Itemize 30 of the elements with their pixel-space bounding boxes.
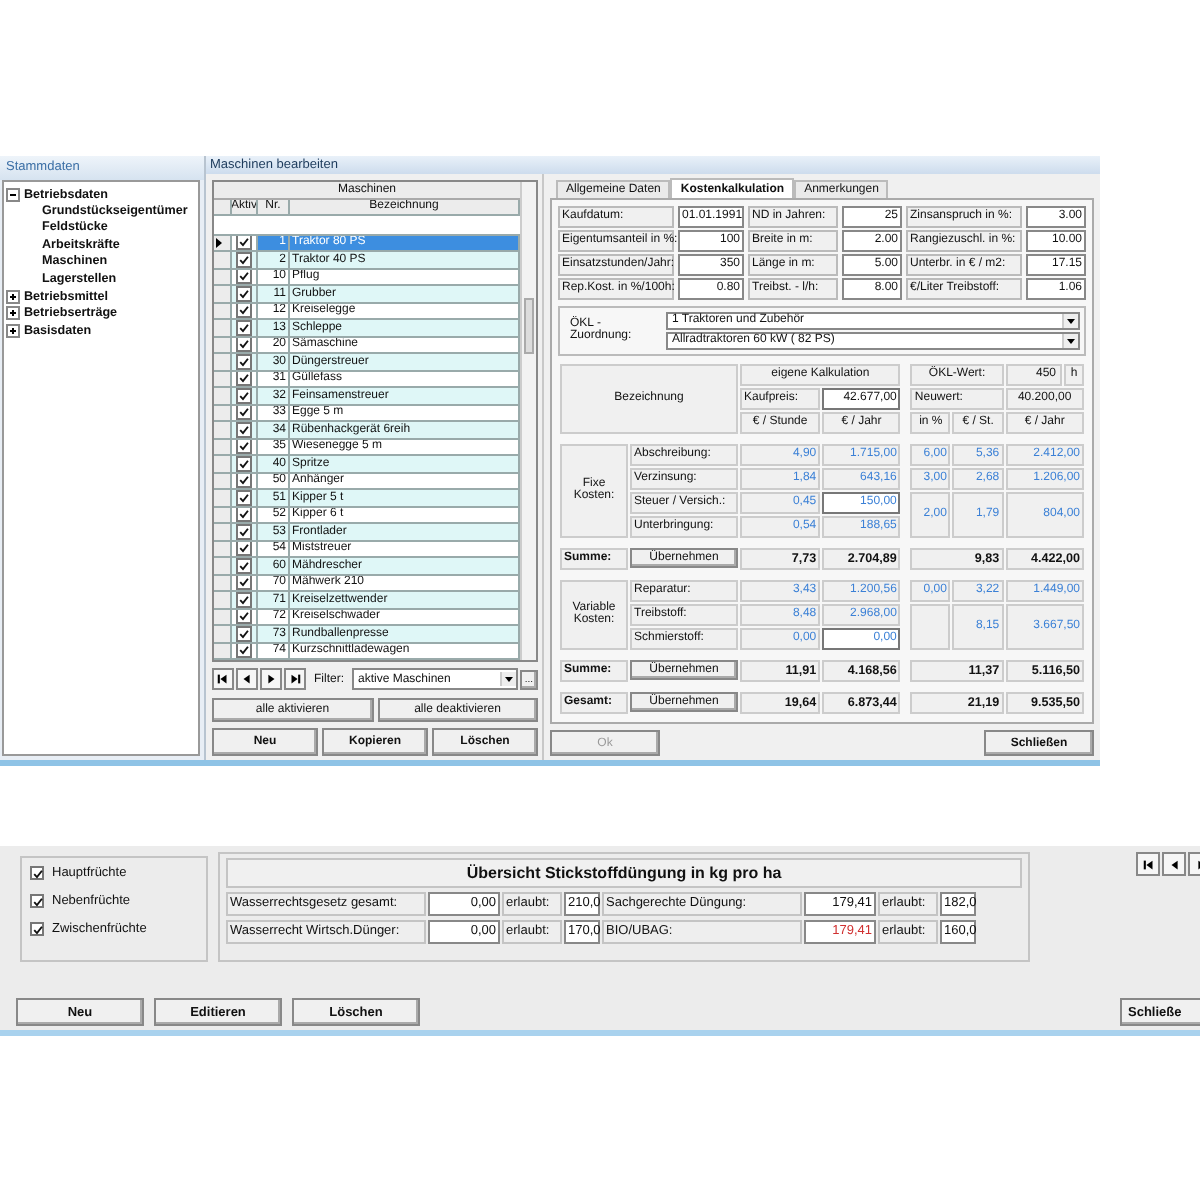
previous-icon[interactable] — [240, 672, 254, 686]
expand-icon[interactable] — [6, 323, 20, 338]
dropdown-arrow-icon[interactable] — [1062, 313, 1078, 327]
collapse-icon[interactable] — [6, 187, 20, 202]
dropdown-arrow-icon[interactable] — [500, 672, 516, 686]
row-pointer-icon — [214, 235, 224, 250]
checkbox[interactable] — [236, 252, 252, 268]
checkbox[interactable] — [236, 626, 252, 642]
checkbox[interactable] — [236, 388, 252, 404]
expand-icon[interactable] — [6, 306, 20, 321]
checkbox[interactable] — [236, 592, 252, 608]
checkbox[interactable] — [236, 456, 252, 472]
checkbox[interactable] — [30, 894, 44, 908]
last-page-icon[interactable] — [288, 672, 302, 686]
first-page-icon[interactable] — [216, 672, 230, 686]
expand-icon[interactable] — [6, 289, 20, 304]
checkbox[interactable] — [236, 354, 252, 370]
checkbox[interactable] — [30, 922, 44, 936]
first-page-icon[interactable] — [1141, 857, 1155, 871]
checkbox[interactable] — [236, 524, 252, 540]
checkbox[interactable] — [236, 490, 252, 506]
next-icon[interactable] — [264, 672, 278, 686]
table-title: Übersicht Stickstoffdüngung in kg pro ha — [226, 858, 1022, 888]
previous-icon[interactable] — [1167, 857, 1181, 871]
checkbox[interactable] — [30, 866, 44, 880]
checkbox[interactable] — [236, 422, 252, 438]
checkbox[interactable] — [236, 320, 252, 336]
checkbox[interactable] — [236, 286, 252, 302]
checkbox[interactable] — [236, 558, 252, 574]
dropdown-arrow-icon[interactable] — [1062, 333, 1078, 347]
